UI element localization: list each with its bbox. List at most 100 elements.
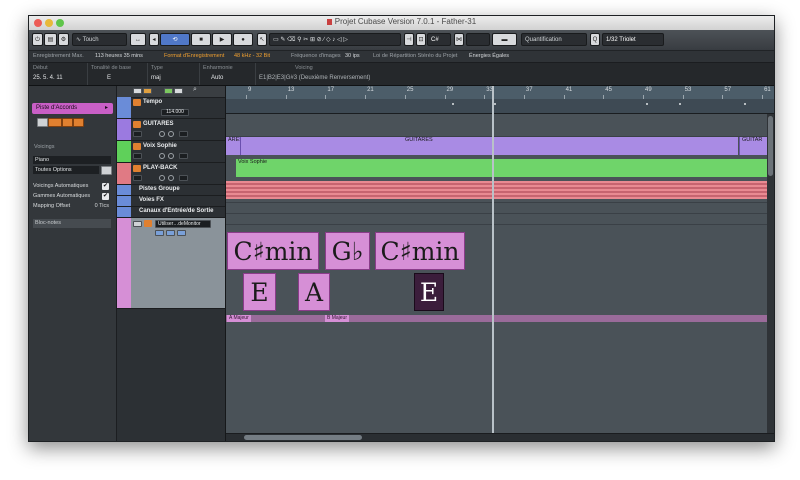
quantize-value-select[interactable]: 1/32 Triolet [602,33,664,46]
edit-tools-group[interactable]: ▭ ✎ ⌫ ⚲ ✂ ⊞ ⊘ ∕ ◇ ♪ ◁ ▷ [269,33,401,46]
chord-event-selected[interactable]: E [414,273,444,311]
solo-button[interactable] [62,118,73,127]
info-start[interactable]: Début 25. 5. 4. 11 [29,63,88,85]
horizontal-scroll-thumb[interactable] [244,435,362,440]
voice-more-button[interactable] [179,153,188,159]
mute-all-button[interactable] [133,88,142,94]
tempo-marker[interactable] [744,103,746,105]
track-search-icon[interactable]: ⌕ [193,86,197,94]
voice-record-knob[interactable] [168,153,174,159]
tempo-marker[interactable] [494,103,496,105]
guitars-part-main[interactable]: GUITARES [240,137,738,155]
guitars-track[interactable]: GUITARES [117,119,225,141]
playback-monitor-knob[interactable] [159,175,165,181]
grid-type-select[interactable]: C# [427,33,451,46]
grid-select[interactable] [466,33,490,46]
chord-track-monitor-field[interactable]: Utiliser…deMonitor [155,220,211,228]
vertical-scroll-thumb[interactable] [768,116,773,176]
chord-track-option-3[interactable] [177,230,186,236]
playback-record-knob[interactable] [168,175,174,181]
rec-format-label[interactable]: Format d'Enregistrement [164,51,224,62]
rec-format-value[interactable]: 48 kHz - 32 Bit [234,51,270,62]
fx-tracks-folder[interactable]: Voies FX [117,196,225,207]
scale-event[interactable]: B Majeur [325,315,350,322]
framerate-value[interactable]: 30 ips [345,51,360,62]
auto-scales-row[interactable]: Gammes Automatiques ✔ [33,192,111,201]
info-key[interactable]: Tonalité de base E [87,63,148,85]
chord-track-option-2[interactable] [166,230,175,236]
tempo-track[interactable]: Tempo 114.000 [117,97,225,119]
voicing-settings-button[interactable] [101,166,112,175]
tempo-marker[interactable] [646,103,648,105]
voice-edit-button[interactable] [133,153,142,159]
color-tool-button[interactable]: ▬ [492,33,517,46]
guitars-part-left[interactable]: ARES [226,137,240,155]
playback-track[interactable]: PLAY-BACK [117,163,225,185]
rewind-button[interactable]: ◂ [149,33,159,46]
stop-button[interactable]: ■ [191,33,211,46]
inspector-track-header[interactable]: Piste d'Accords ▸ [32,103,113,114]
tempo-track-mute[interactable] [133,99,141,106]
voicing-option-select[interactable]: Toutes Options [33,166,99,174]
quantize-type-select[interactable]: Quantification [521,33,587,46]
info-voicing[interactable]: Voicing E1|B2|E3|G#3 (Deuxième Renversem… [255,63,455,85]
object-selection-tool[interactable]: ↖ [257,33,267,46]
guitars-edit-button[interactable] [133,131,142,137]
auto-voicings-checkbox[interactable]: ✔ [102,183,109,190]
chord-event[interactable]: C♯min [227,232,319,270]
notepad-section[interactable]: Bloc-notes [33,219,111,228]
project-cursor[interactable] [492,86,494,441]
read-all-button[interactable] [164,88,173,94]
chord-event[interactable]: C♯min [375,232,465,270]
scale-event[interactable]: A Majeur [227,315,251,322]
chord-event[interactable]: A [298,273,330,311]
settings-button[interactable]: ⚙ [58,33,69,46]
vertical-scrollbar[interactable] [767,114,774,433]
listen-button[interactable] [48,118,62,127]
playback-more-button[interactable] [179,175,188,181]
voice-part[interactable]: Voix Sophie [236,159,774,177]
group-tracks-folder[interactable]: Pistes Groupe [117,185,225,196]
arrangement-area[interactable]: ARES GUITARES GUITAR Voix Sophie C♯min G… [226,114,774,433]
playback-edit-button[interactable] [133,175,142,181]
chord-track-listen-button[interactable] [144,220,152,227]
solo-all-button[interactable] [143,88,152,94]
timeline-ruler[interactable]: 9 13 17 21 25 29 33 37 41 45 49 53 57 61 [226,86,774,114]
mute-button[interactable] [37,118,48,127]
guitars-record-knob[interactable] [168,131,174,137]
voice-monitor-knob[interactable] [159,153,165,159]
chord-track-option-1[interactable] [155,230,164,236]
chord-event[interactable]: G♭ [325,232,370,270]
playback-part[interactable] [226,181,774,199]
chord-track-edit-button[interactable] [133,221,142,227]
guitars-monitor-knob[interactable] [159,131,165,137]
inspector-toggle-button[interactable]: ▤ [44,33,57,46]
monitor-button[interactable] [73,118,84,127]
activate-project-button[interactable]: ⏻ [32,33,43,46]
snap-to-zero-button[interactable]: ⊡ [416,33,426,46]
cycle-button[interactable]: ⟲ [160,33,190,46]
write-all-button[interactable] [174,88,183,94]
io-channels-folder[interactable]: Canaux d'Entrée/de Sortie [117,207,225,218]
auto-voicings-row[interactable]: Voicings Automatiques ✔ [33,182,111,191]
guitars-more-button[interactable] [179,131,188,137]
guitars-track-mute[interactable] [133,121,141,128]
voice-track-mute[interactable] [133,143,141,150]
voice-track[interactable]: Voix Sophie [117,141,225,163]
play-button[interactable]: ▶ [212,33,232,46]
pan-law-value[interactable]: Énergies Égales [469,51,509,62]
info-tension[interactable]: Enharmonie Auto [199,63,256,85]
snap-mode-button[interactable]: ⋈ [454,33,464,46]
record-button[interactable]: ● [233,33,253,46]
tempo-value-field[interactable]: 114.000 [161,109,189,116]
scale-lane[interactable] [226,315,774,322]
ruler-bar-area[interactable] [226,86,774,99]
tempo-marker[interactable] [679,103,681,105]
mapping-offset-row[interactable]: Mapping Offset 0 Tics [33,202,111,211]
quantize-button[interactable]: Q [590,33,600,46]
tempo-marker[interactable] [452,103,454,105]
snap-button[interactable]: ⊣ [404,33,414,46]
chord-event[interactable]: E [243,273,276,311]
pan-law-label[interactable]: Loi de Répartition Stéréo du Projet [373,51,457,62]
automation-mode-select[interactable]: ∿ Touch [72,33,127,46]
